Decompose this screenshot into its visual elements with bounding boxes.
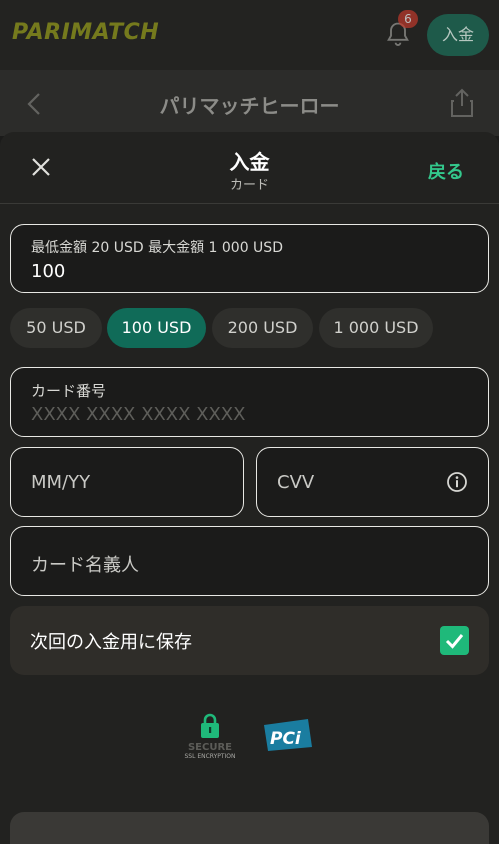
sheet-title: 入金: [229, 150, 270, 174]
pci-logo: PCi: [264, 719, 312, 751]
card-holder-field[interactable]: カード名義人: [10, 526, 489, 596]
lock-icon: [201, 713, 219, 738]
expiry-placeholder[interactable]: MM/YY: [31, 472, 90, 493]
card-number-field[interactable]: カード番号 XXXX XXXX XXXX XXXX: [10, 367, 489, 437]
deposit-sheet: 入金 カード 戻る 最低金額 20 USD 最大金額 1 000 USD 100…: [0, 132, 499, 844]
card-number-label: カード番号: [31, 382, 107, 400]
back-link[interactable]: 戻る: [428, 158, 464, 184]
amount-limits-label: 最低金額 20 USD 最大金額 1 000 USD: [31, 240, 283, 256]
quick-amount-1000[interactable]: 1 000 USD: [319, 308, 433, 348]
cvv-field[interactable]: CVV: [256, 447, 489, 517]
sheet-header: 入金 カード 戻る: [0, 132, 499, 204]
card-holder-placeholder[interactable]: カード名義人: [31, 551, 139, 577]
cvv-placeholder[interactable]: CVV: [277, 472, 314, 493]
submit-deposit-button[interactable]: [10, 812, 489, 844]
page-title: パリマッチヒーロー: [159, 94, 340, 118]
checkmark-icon: [445, 634, 464, 649]
pci-label: PCi: [270, 729, 302, 749]
sheet-subtitle: カード: [229, 178, 269, 193]
deposit-button[interactable]: 入金: [427, 14, 489, 56]
quick-amount-50[interactable]: 50 USD: [10, 308, 102, 348]
card-number-placeholder[interactable]: XXXX XXXX XXXX XXXX: [31, 404, 245, 425]
save-card-checkbox[interactable]: [440, 626, 469, 655]
secure-label: SECURE: [187, 742, 233, 753]
notification-badge: 6: [398, 10, 418, 28]
parimatch-logo[interactable]: PARIMATCH: [12, 20, 159, 45]
ssl-encryption-label: SSL ENCRYPTION: [184, 753, 236, 760]
info-icon[interactable]: [446, 471, 468, 493]
amount-value[interactable]: 100: [31, 261, 65, 282]
quick-amount-100[interactable]: 100 USD: [107, 308, 206, 348]
amount-input[interactable]: 最低金額 20 USD 最大金額 1 000 USD 100: [10, 224, 489, 293]
share-icon[interactable]: [450, 88, 474, 118]
quick-amount-200[interactable]: 200 USD: [212, 308, 313, 348]
ssl-secure-badge: SECURE SSL ENCRYPTION: [184, 712, 236, 762]
top-bar: PARIMATCH 6 入金: [0, 0, 499, 70]
save-card-row[interactable]: 次回の入金用に保存: [10, 606, 489, 675]
save-card-label: 次回の入金用に保存: [30, 632, 192, 653]
expiry-field[interactable]: MM/YY: [10, 447, 244, 517]
